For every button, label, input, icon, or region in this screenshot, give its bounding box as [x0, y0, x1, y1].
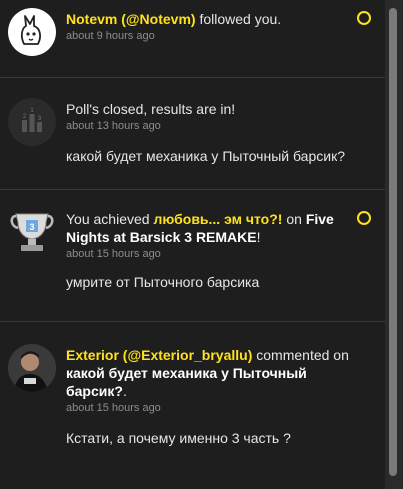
svg-text:3: 3 [38, 116, 42, 122]
timestamp: about 15 hours ago [66, 248, 161, 260]
notification-list: Notevm (@Notevm) followed you. about 9 h… [0, 0, 385, 489]
bunny-avatar-icon[interactable] [8, 8, 56, 56]
unread-indicator[interactable] [357, 11, 371, 25]
notification-text: Exterior (@Exterior_bryallu) commented o… [66, 347, 349, 399]
notification-message[interactable]: умрите от Пыточного барсика [66, 273, 353, 291]
post-link[interactable]: какой будет механика у Пыточный барсик? [66, 365, 307, 399]
poll-icon: 2 1 3 [8, 98, 56, 146]
notification-headline: Poll's closed, results are in! [66, 101, 236, 117]
notification-text: Notevm (@Notevm) followed you. [66, 11, 282, 27]
timestamp: about 13 hours ago [66, 120, 161, 132]
notification-message[interactable]: какой будет механика у Пыточный барсик? [66, 147, 353, 165]
achievement-link[interactable]: любовь... эм что?! [153, 211, 282, 227]
user-link[interactable]: Notevm (@Notevm) [66, 11, 196, 27]
notification-item[interactable]: Exterior (@Exterior_bryallu) commented o… [0, 322, 385, 482]
trophy-icon: 3 [8, 208, 56, 256]
scrollbar-thumb[interactable] [389, 8, 397, 476]
timestamp: about 15 hours ago [66, 402, 161, 414]
notification-text: You achieved любовь... эм что?! on Five … [66, 211, 334, 245]
notification-message[interactable]: Кстати, а почему именно 3 часть ? [66, 429, 353, 447]
notification-item[interactable]: 2 1 3 Poll's closed, results are in! abo… [0, 78, 385, 190]
svg-text:1: 1 [30, 108, 34, 114]
user-photo-avatar-icon[interactable] [8, 344, 56, 392]
svg-text:2: 2 [23, 114, 27, 120]
unread-indicator[interactable] [357, 211, 371, 225]
timestamp: about 9 hours ago [66, 30, 155, 42]
notification-item[interactable]: 3 You achieved любовь... эм что?! on Fiv… [0, 190, 385, 322]
notification-item[interactable]: Notevm (@Notevm) followed you. about 9 h… [0, 0, 385, 78]
user-link[interactable]: Exterior (@Exterior_bryallu) [66, 347, 252, 363]
vertical-scrollbar[interactable] [385, 0, 403, 489]
svg-text:3: 3 [29, 222, 34, 232]
